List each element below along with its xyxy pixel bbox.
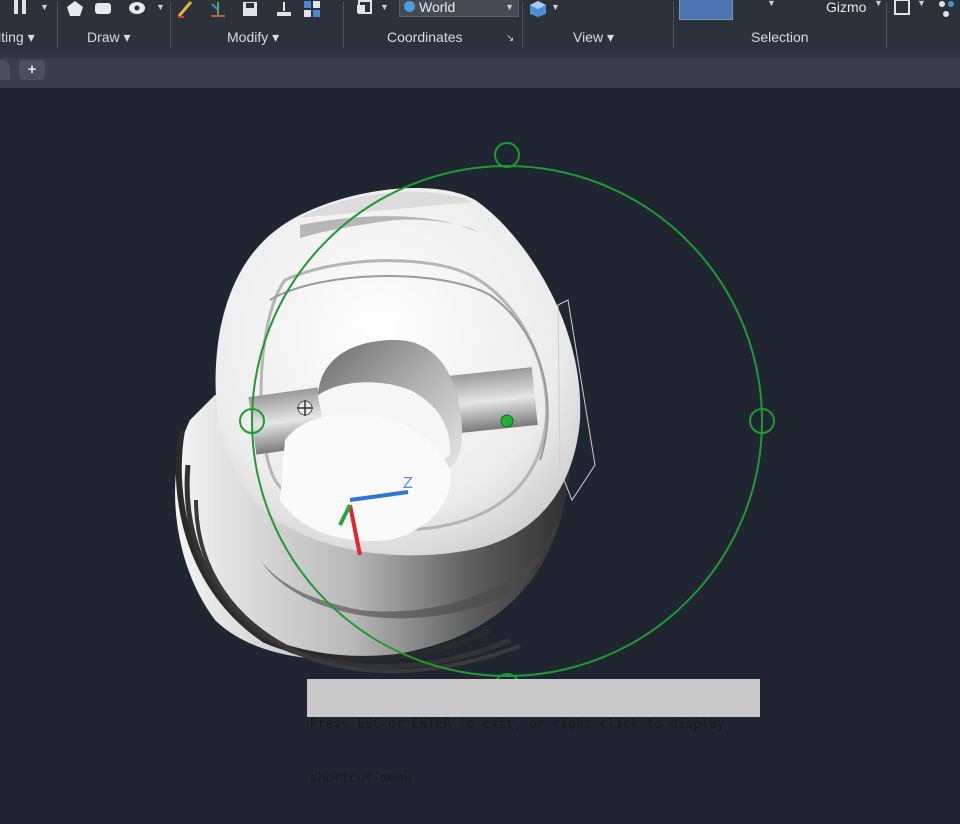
ribbon-panel-editing[interactable]: ▼ iting ▾ — [0, 0, 55, 50]
rectangle-icon[interactable] — [94, 0, 112, 18]
panel-title-selection[interactable]: Selection — [751, 29, 809, 45]
ribbon-panel-right: ▼ — [887, 0, 960, 50]
sphere-icon[interactable] — [128, 0, 146, 18]
panel-title-draw[interactable]: Draw ▾ — [87, 29, 131, 46]
ribbon-panel-view: ▼ View ▾ — [523, 0, 673, 50]
gizmo-grip-top[interactable] — [494, 142, 520, 168]
model-canvas[interactable]: Z — [0, 88, 960, 720]
extract-icon[interactable] — [275, 0, 293, 18]
panel-title-coordinates[interactable]: Coordinates — [387, 29, 463, 45]
chevron-down-icon[interactable]: ▼ — [874, 0, 883, 8]
chevron-down-icon[interactable]: ▼ — [767, 0, 776, 8]
plus-icon: + — [27, 61, 37, 78]
panel-launcher-icon[interactable]: ↘ — [506, 33, 514, 44]
pause-icon[interactable] — [14, 0, 18, 14]
chevron-down-icon: ▼ — [505, 2, 514, 12]
pause-icon-bar2 — [22, 0, 26, 14]
panel-title-modify[interactable]: Modify ▾ — [227, 29, 279, 46]
panel-title-editing[interactable]: iting ▾ — [0, 29, 35, 46]
selection-filter-swatch[interactable] — [679, 0, 733, 20]
drawing-tab[interactable] — [0, 60, 10, 80]
gizmo-label[interactable]: Gizmo — [826, 0, 866, 15]
array-grid-icon[interactable] — [303, 0, 321, 18]
ribbon-panel-draw: ▼ Draw ▾ — [58, 0, 170, 50]
command-line-prompt: Press ESC or ENTER to exit, or right-cli… — [307, 679, 760, 786]
chevron-down-icon[interactable]: ▼ — [551, 2, 560, 12]
chevron-down-icon[interactable]: ▼ — [380, 2, 389, 12]
ribbon-panel-selection: ▼ Gizmo ▼ Selection — [674, 0, 886, 50]
new-tab-button[interactable]: + — [19, 60, 45, 80]
ribbon-panel-coordinates: ▼ World ▼ Coordinates ↘ — [344, 0, 522, 50]
ribbon: ▼ iting ▾ ▼ Draw ▾ Modify ▾ ▼ World ▼ Co… — [0, 0, 960, 50]
ribbon-panel-modify: Modify ▾ — [171, 0, 343, 50]
visual-style-icon[interactable] — [529, 0, 547, 18]
chevron-down-icon[interactable]: ▼ — [917, 0, 926, 8]
command-line-text-1: Press ESC or ENTER to exit, or right-cli… — [310, 717, 725, 732]
chevron-down-icon[interactable]: ▼ — [156, 2, 165, 12]
command-line-text-2: shortcut-menu. — [310, 771, 420, 786]
pencil-icon[interactable] — [177, 0, 195, 18]
ucs-dropdown-value: World — [419, 0, 456, 15]
chevron-down-icon[interactable]: ▼ — [40, 2, 49, 12]
tab-strip-background — [0, 58, 960, 88]
axis-align-icon[interactable] — [209, 0, 227, 18]
save-block-icon[interactable] — [241, 0, 259, 18]
drawing-viewport[interactable]: Z Press ESC or ENTER to exit, or right-c… — [0, 88, 960, 786]
ucs-dropdown[interactable]: World ▼ — [399, 0, 519, 17]
globe-icon — [404, 1, 415, 12]
gizmo-center-point[interactable] — [500, 414, 514, 428]
pentagon-icon[interactable] — [66, 0, 84, 18]
ucs-z-label: Z — [403, 475, 413, 492]
group-icon[interactable] — [937, 0, 955, 18]
ucs-icon[interactable] — [356, 0, 374, 18]
panel-title-view[interactable]: View ▾ — [573, 29, 614, 46]
layer-icon[interactable] — [893, 0, 911, 18]
file-tab-strip: + — [0, 50, 960, 88]
